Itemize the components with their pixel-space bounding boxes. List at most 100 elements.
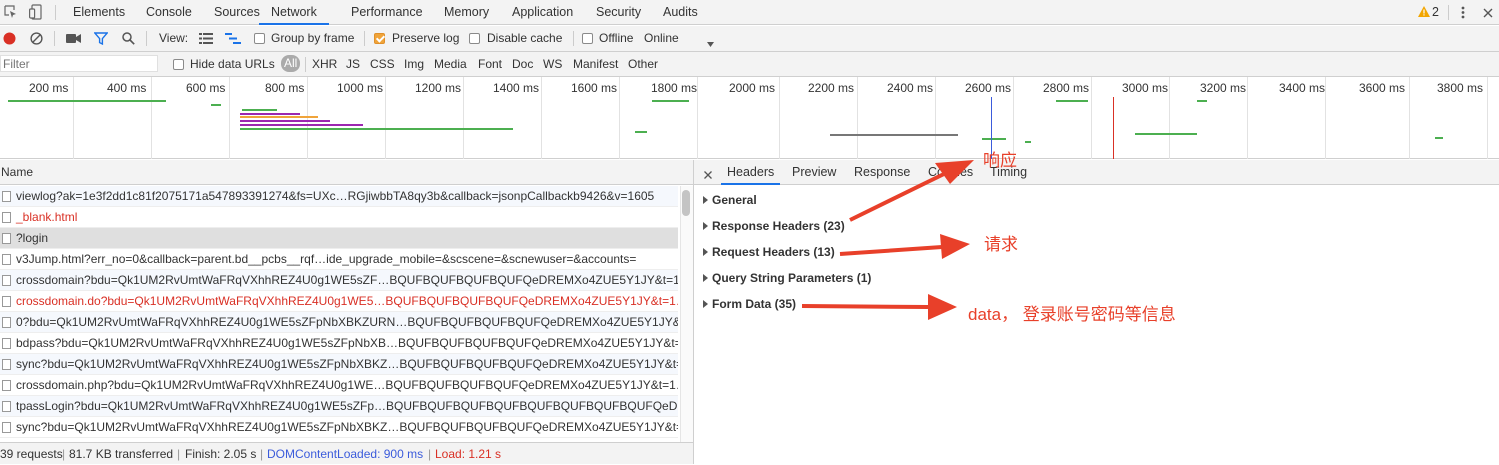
tab-application[interactable]: Application bbox=[512, 0, 573, 24]
request-name[interactable]: sync?bdu=Qk1UM2RvUmtWaFRqVXhhREZ4U0g1WE5… bbox=[16, 417, 678, 437]
tab-elements[interactable]: Elements bbox=[73, 0, 125, 24]
device-toolbar-icon[interactable] bbox=[29, 4, 43, 23]
request-name[interactable]: crossdomain.php?bdu=Qk1UM2RvUmtWaFRqVXhh… bbox=[16, 375, 678, 395]
request-row[interactable]: tpassLogin?bdu=Qk1UM2RvUmtWaFRqVXhhREZ4U… bbox=[0, 396, 678, 417]
request-row[interactable]: bdpass?bdu=Qk1UM2RvUmtWaFRqVXhhREZ4U0g1W… bbox=[0, 333, 678, 354]
tab-security[interactable]: Security bbox=[596, 0, 641, 24]
request-row[interactable]: crossdomain.do?bdu=Qk1UM2RvUmtWaFRqVXhhR… bbox=[0, 291, 678, 312]
type-filter-css[interactable]: CSS bbox=[370, 57, 395, 71]
tab-audits[interactable]: Audits bbox=[663, 0, 698, 24]
network-toolbar: View: Group by frame Preserve log Disabl… bbox=[0, 26, 1499, 52]
group-by-frame-label[interactable]: Group by frame bbox=[271, 31, 354, 45]
warning-count[interactable]: 2 bbox=[1432, 0, 1439, 24]
request-row[interactable]: sync?bdu=Qk1UM2RvUmtWaFRqVXhhREZ4U0g1WE5… bbox=[0, 417, 678, 438]
disable-cache-label[interactable]: Disable cache bbox=[487, 31, 562, 45]
offline-checkbox[interactable] bbox=[582, 33, 593, 44]
request-list-scrollbar[interactable] bbox=[680, 186, 693, 442]
type-filter-img[interactable]: Img bbox=[404, 57, 424, 71]
section-query-string-parameters[interactable]: Query String Parameters (1) bbox=[703, 267, 871, 289]
summary-separator: | bbox=[428, 447, 432, 461]
tab-headers[interactable]: Headers bbox=[721, 160, 781, 185]
request-row[interactable]: v3Jump.html?err_no=0&callback=parent.bd_… bbox=[0, 249, 678, 270]
preserve-log-checkbox[interactable] bbox=[374, 33, 385, 44]
preserve-log-label[interactable]: Preserve log bbox=[392, 31, 459, 45]
clear-icon[interactable] bbox=[30, 32, 43, 48]
tab-sources[interactable]: Sources bbox=[214, 0, 260, 24]
tick-label: 3400 ms bbox=[1279, 81, 1326, 95]
request-name[interactable]: crossdomain?bdu=Qk1UM2RvUmtWaFRqVXhhREZ4… bbox=[16, 270, 678, 290]
request-name[interactable]: sync?bdu=Qk1UM2RvUmtWaFRqVXhhREZ4U0g1WE5… bbox=[16, 354, 678, 374]
more-options-icon[interactable] bbox=[1461, 6, 1465, 22]
request-row[interactable]: crossdomain.php?bdu=Qk1UM2RvUmtWaFRqVXhh… bbox=[0, 375, 678, 396]
domcontentloaded-time: DOMContentLoaded: 900 ms bbox=[267, 447, 424, 461]
group-by-frame-checkbox[interactable] bbox=[254, 33, 265, 44]
type-filter-all[interactable]: All bbox=[281, 55, 301, 72]
record-icon[interactable] bbox=[3, 32, 16, 48]
section-general[interactable]: General bbox=[703, 189, 757, 211]
close-devtools-icon[interactable] bbox=[1483, 7, 1493, 21]
type-filter-js[interactable]: JS bbox=[346, 57, 360, 71]
tab-performance[interactable]: Performance bbox=[351, 0, 423, 24]
request-name[interactable]: ?login bbox=[16, 228, 48, 248]
type-filter-doc[interactable]: Doc bbox=[512, 57, 533, 71]
request-name[interactable]: viewlog?ak=1e3f2dd1c81f2075171a547893391… bbox=[16, 186, 654, 206]
request-list-header[interactable]: Name bbox=[0, 160, 693, 185]
chevron-down-icon[interactable] bbox=[707, 36, 714, 50]
type-filter-manifest[interactable]: Manifest bbox=[573, 57, 618, 71]
panel-divider[interactable] bbox=[693, 160, 694, 464]
request-row[interactable]: viewlog?ak=1e3f2dd1c81f2075171a547893391… bbox=[0, 186, 678, 207]
request-bar bbox=[240, 124, 363, 126]
throttling-select[interactable]: Online bbox=[644, 31, 679, 45]
section-form-data[interactable]: Form Data (35) bbox=[703, 293, 796, 315]
request-name[interactable]: v3Jump.html?err_no=0&callback=parent.bd_… bbox=[16, 249, 636, 269]
large-rows-icon[interactable] bbox=[199, 33, 213, 47]
tab-memory[interactable]: Memory bbox=[444, 0, 489, 24]
tick-label: 1600 ms bbox=[571, 81, 618, 95]
type-filter-other[interactable]: Other bbox=[628, 57, 658, 71]
summary-separator: | bbox=[260, 447, 264, 461]
hide-data-urls-checkbox[interactable] bbox=[173, 59, 184, 70]
expand-triangle-icon bbox=[703, 274, 708, 282]
request-name[interactable]: 0?bdu=Qk1UM2RvUmtWaFRqVXhhREZ4U0g1WE5sZF… bbox=[16, 312, 678, 332]
network-overview-timeline[interactable]: 200 ms 400 ms 600 ms 800 ms 1000 ms 1200… bbox=[0, 77, 1499, 159]
type-filter-xhr[interactable]: XHR bbox=[312, 57, 337, 71]
search-icon[interactable] bbox=[122, 32, 135, 48]
request-row[interactable]: 0?bdu=Qk1UM2RvUmtWaFRqVXhhREZ4U0g1WE5sZF… bbox=[0, 312, 678, 333]
request-name[interactable]: tpassLogin?bdu=Qk1UM2RvUmtWaFRqVXhhREZ4U… bbox=[16, 396, 678, 416]
tick-label: 3800 ms bbox=[1437, 81, 1484, 95]
type-filter-media[interactable]: Media bbox=[434, 57, 467, 71]
request-name[interactable]: bdpass?bdu=Qk1UM2RvUmtWaFRqVXhhREZ4U0g1W… bbox=[16, 333, 678, 353]
request-bar bbox=[240, 113, 300, 115]
scrollbar-thumb[interactable] bbox=[682, 190, 690, 216]
warning-icon[interactable] bbox=[1418, 6, 1430, 20]
waterfall-overview-icon[interactable] bbox=[225, 33, 241, 47]
close-icon[interactable] bbox=[704, 168, 712, 182]
request-name[interactable]: _blank.html bbox=[16, 207, 77, 227]
disable-cache-checkbox[interactable] bbox=[469, 33, 480, 44]
filter-icon[interactable] bbox=[93, 32, 109, 48]
section-request-headers[interactable]: Request Headers (13) bbox=[703, 241, 835, 263]
tab-network[interactable]: Network bbox=[259, 0, 329, 25]
request-row-selected[interactable]: ?login bbox=[0, 228, 678, 249]
tab-console[interactable]: Console bbox=[146, 0, 192, 24]
file-icon bbox=[2, 233, 11, 244]
request-row[interactable]: crossdomain?bdu=Qk1UM2RvUmtWaFRqVXhhREZ4… bbox=[0, 270, 678, 291]
section-response-headers[interactable]: Response Headers (23) bbox=[703, 215, 845, 237]
name-column-header[interactable]: Name bbox=[1, 165, 33, 179]
request-detail-tabs: Headers Preview Response Cookies Timing bbox=[694, 160, 1499, 185]
tab-response[interactable]: Response bbox=[854, 160, 910, 183]
tab-preview[interactable]: Preview bbox=[792, 160, 836, 183]
hide-data-urls-label[interactable]: Hide data URLs bbox=[190, 57, 275, 71]
request-row[interactable]: sync?bdu=Qk1UM2RvUmtWaFRqVXhhREZ4U0g1WE5… bbox=[0, 354, 678, 375]
request-name[interactable]: crossdomain.do?bdu=Qk1UM2RvUmtWaFRqVXhhR… bbox=[16, 291, 678, 311]
offline-label[interactable]: Offline bbox=[599, 31, 633, 45]
tick-label: 800 ms bbox=[265, 81, 305, 95]
tick-label: 2800 ms bbox=[1043, 81, 1090, 95]
inspect-element-icon[interactable] bbox=[4, 5, 18, 22]
filter-input[interactable] bbox=[0, 55, 158, 72]
tab-cookies[interactable]: Cookies bbox=[928, 160, 973, 183]
type-filter-ws[interactable]: WS bbox=[543, 57, 562, 71]
type-filter-font[interactable]: Font bbox=[478, 57, 502, 71]
screenshot-camera-icon[interactable] bbox=[66, 33, 82, 47]
request-row[interactable]: _blank.html bbox=[0, 207, 678, 228]
